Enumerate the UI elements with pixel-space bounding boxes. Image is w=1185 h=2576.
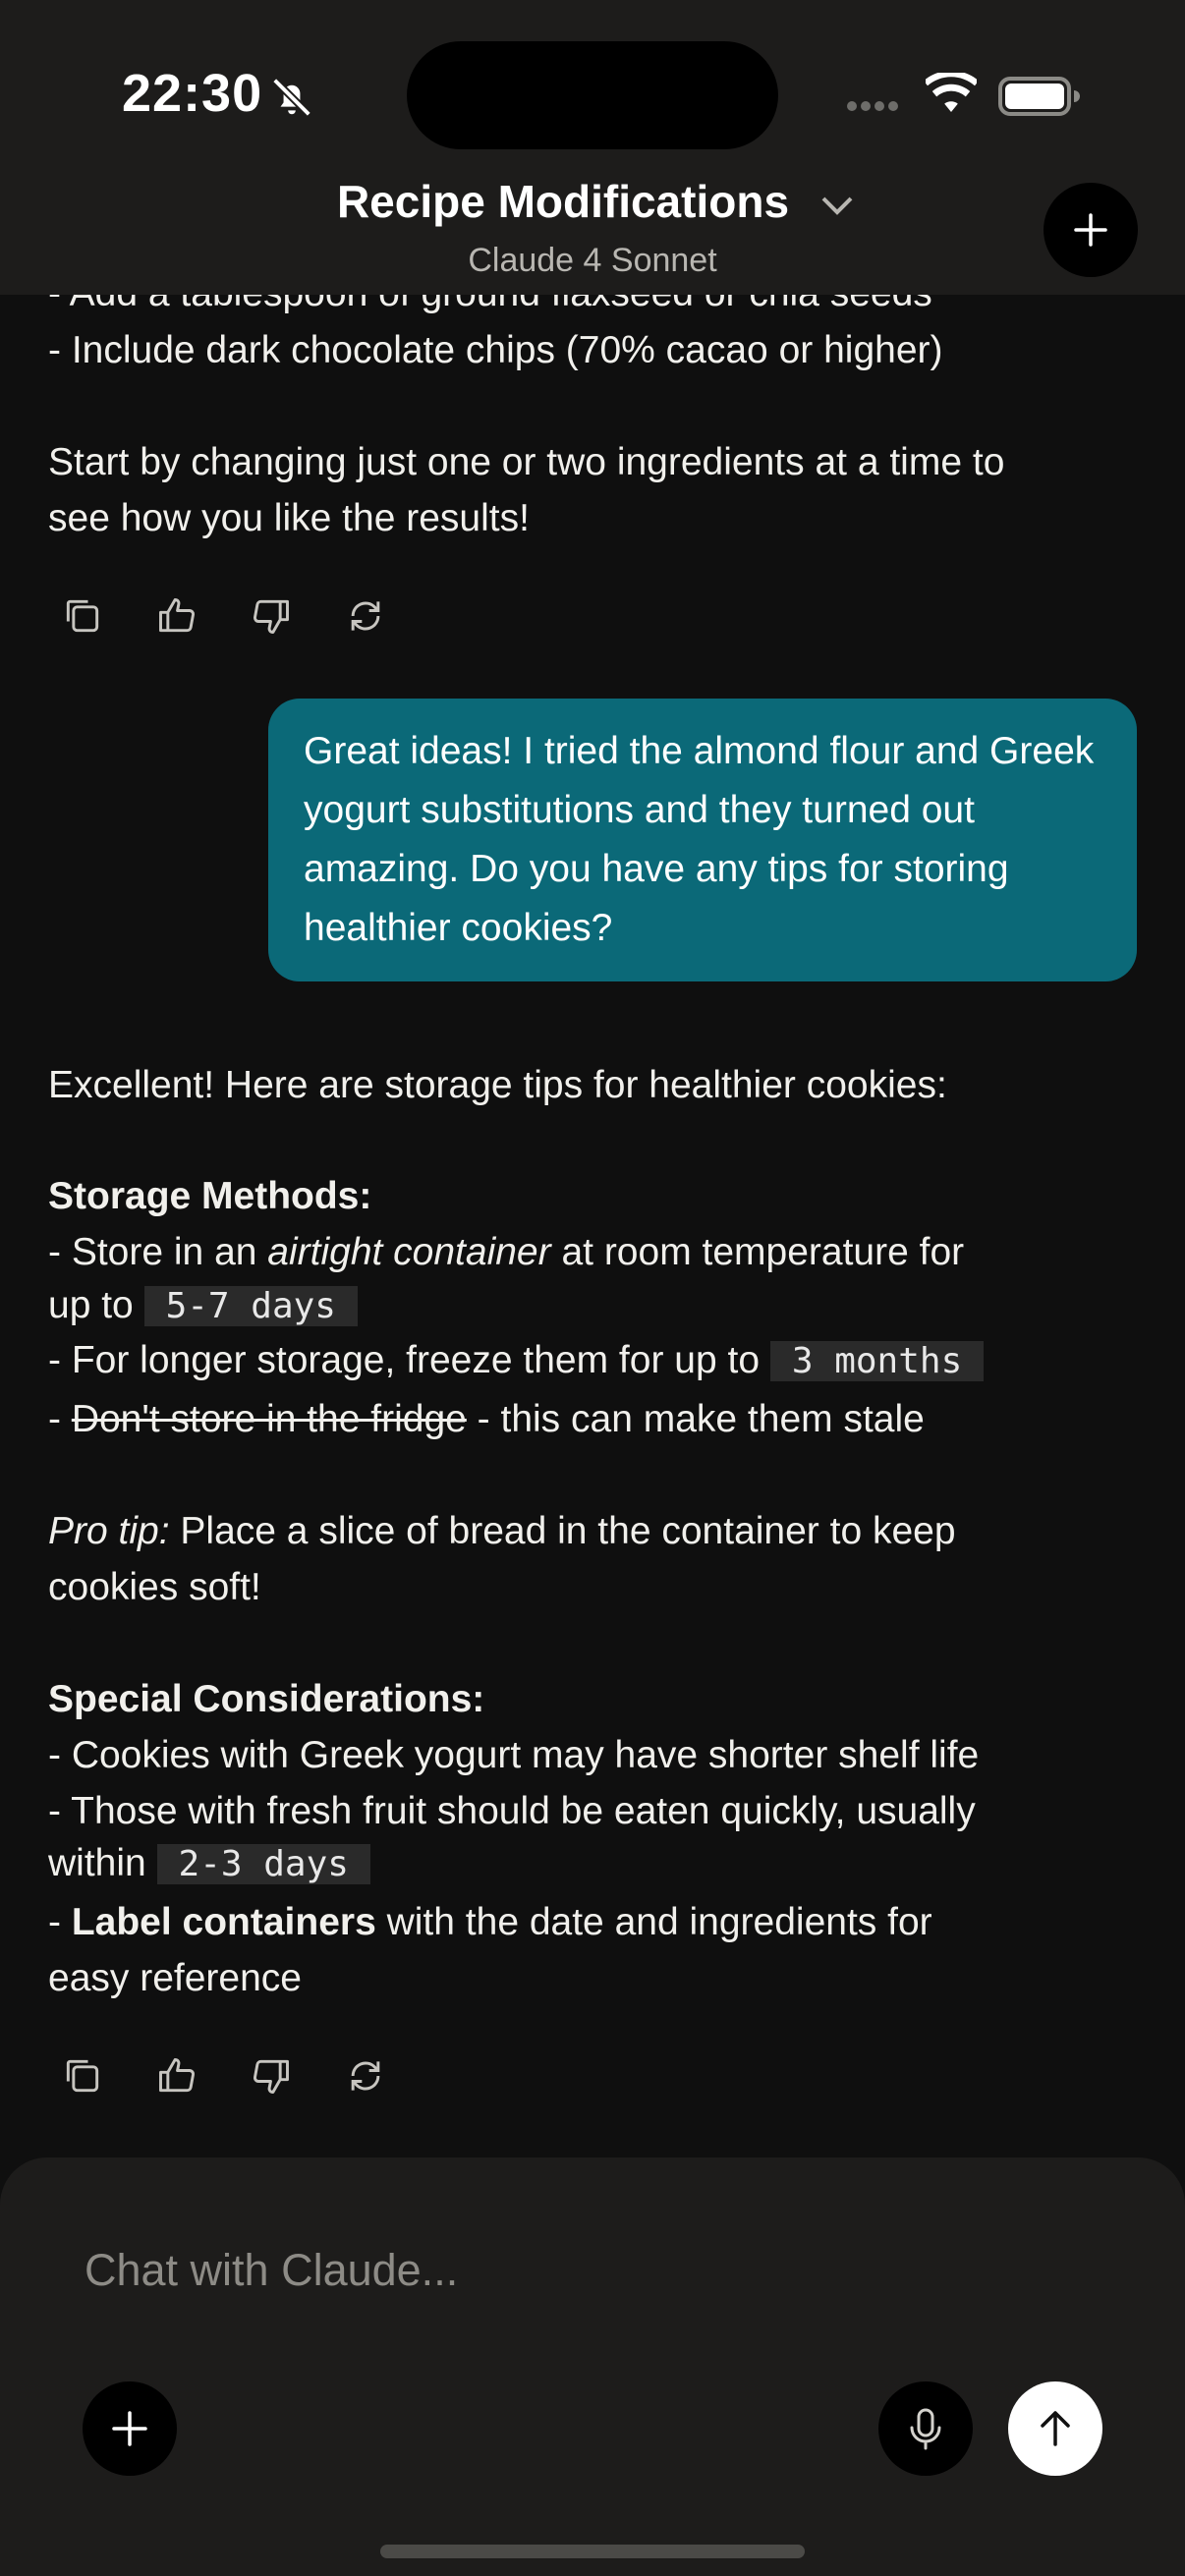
inline-code: 3 months bbox=[769, 1341, 985, 1381]
retry-icon[interactable] bbox=[344, 2054, 387, 2098]
chevron-down-icon[interactable] bbox=[819, 195, 855, 218]
battery-icon bbox=[998, 77, 1080, 116]
previous-response-line: Start by changing just one or two ingred… bbox=[48, 441, 1005, 483]
storage-line-1: - Store in an airtight container at room… bbox=[48, 1231, 965, 1273]
consideration-line-cont: within 2-3 days bbox=[48, 1835, 1149, 1892]
plus-icon bbox=[112, 2411, 147, 2446]
thumbs-down-icon[interactable] bbox=[250, 2054, 293, 2098]
consideration-line-cont: easy reference bbox=[48, 1957, 302, 1999]
user-message-bubble[interactable]: Great ideas! I tried the almond flour an… bbox=[268, 699, 1137, 981]
storage-line-2: - For longer storage, freeze them for up… bbox=[48, 1332, 1149, 1389]
user-message-text: Great ideas! I tried the almond flour an… bbox=[304, 730, 1095, 949]
copy-icon[interactable] bbox=[61, 2054, 104, 2098]
storage-heading: Storage Methods: bbox=[48, 1175, 372, 1217]
consideration-line: - Those with fresh fruit should be eaten… bbox=[48, 1790, 976, 1832]
previous-response-line: see how you like the results! bbox=[48, 497, 530, 539]
send-button[interactable] bbox=[1008, 2381, 1102, 2476]
inline-code: 5-7 days bbox=[143, 1286, 358, 1326]
storage-line-1-cont: up to 5-7 days bbox=[48, 1277, 1149, 1334]
voice-button[interactable] bbox=[878, 2381, 973, 2476]
copy-icon[interactable] bbox=[61, 594, 104, 638]
composer bbox=[0, 2157, 1185, 2576]
status-time: 22:30 bbox=[122, 64, 263, 123]
model-name: Claude 4 Sonnet bbox=[468, 242, 717, 279]
bell-slash-icon bbox=[272, 78, 311, 117]
thumbs-up-icon[interactable] bbox=[155, 2054, 198, 2098]
pro-tip-line: Pro tip: Place a slice of bread in the c… bbox=[48, 1510, 956, 1552]
consideration-line: - Label containers with the date and ing… bbox=[48, 1901, 932, 1943]
conversation-title[interactable]: Recipe Modifications bbox=[0, 175, 1126, 228]
chat-input[interactable] bbox=[83, 2238, 971, 2303]
special-heading: Special Considerations: bbox=[48, 1678, 485, 1720]
thumbs-down-icon[interactable] bbox=[250, 594, 293, 638]
storage-line-3: - Don't store in the fridge - this can m… bbox=[48, 1398, 925, 1440]
attach-button[interactable] bbox=[83, 2381, 177, 2476]
thumbs-up-icon[interactable] bbox=[155, 594, 198, 638]
arrow-up-icon bbox=[1041, 2411, 1070, 2446]
response-intro: Excellent! Here are storage tips for hea… bbox=[48, 1064, 947, 1106]
consideration-line: - Cookies with Greek yogurt may have sho… bbox=[48, 1734, 980, 1776]
plus-icon bbox=[1074, 213, 1107, 247]
microphone-icon bbox=[910, 2408, 941, 2450]
dynamic-island bbox=[407, 41, 778, 149]
home-indicator bbox=[380, 2545, 805, 2558]
retry-icon[interactable] bbox=[344, 594, 387, 638]
top-bar: 22:30 Recipe Modifications Claude 4 Sonn… bbox=[0, 0, 1185, 295]
previous-response-line: - Include dark chocolate chips (70% caca… bbox=[48, 329, 943, 371]
wifi-icon bbox=[926, 73, 977, 112]
new-chat-button[interactable] bbox=[1044, 183, 1138, 277]
signal-dots-icon bbox=[847, 98, 902, 116]
inline-code: 2-3 days bbox=[156, 1844, 370, 1884]
pro-tip-line-cont: cookies soft! bbox=[48, 1566, 261, 1608]
